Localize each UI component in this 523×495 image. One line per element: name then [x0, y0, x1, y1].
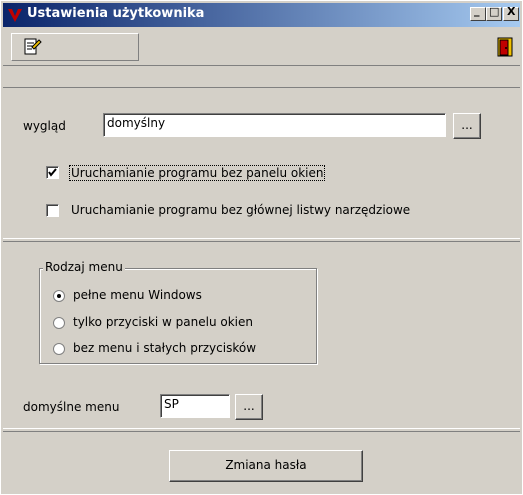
no-window-panel-label[interactable]: Uruchamianie programu bez panelu okien [69, 165, 326, 181]
default-menu-browse-button[interactable]: ... [235, 394, 263, 420]
exit-door-icon[interactable] [497, 37, 513, 57]
appearance-browse-button[interactable]: ... [453, 113, 481, 139]
title-bar: Ustawienia użytkownika _ □ X [3, 3, 520, 27]
menu-type-radio-none[interactable] [53, 343, 65, 355]
menu-type-label-buttons-only[interactable]: tylko przyciski w panelu okien [73, 315, 253, 329]
maximize-icon: □ [489, 5, 500, 18]
menu-type-legend: Rodzaj menu [43, 260, 125, 274]
close-button[interactable]: X [503, 5, 519, 21]
default-menu-label: domyślne menu [23, 400, 120, 414]
menu-type-radio-full[interactable] [53, 290, 65, 302]
toolbar [3, 29, 520, 66]
menu-type-label-none[interactable]: bez menu i stałych przycisków [73, 341, 256, 355]
appearance-field[interactable]: domyślny [103, 113, 446, 137]
settings-window: Ustawienia użytkownika _ □ X wygląd domy… [0, 0, 523, 495]
close-icon: X [507, 5, 516, 18]
document-save-icon [24, 38, 42, 55]
no-main-toolbar-label[interactable]: Uruchamianie programu bez głównej listwy… [71, 203, 410, 217]
default-menu-field[interactable]: SP [160, 394, 230, 418]
change-password-button[interactable]: Zmiana hasła [169, 450, 363, 482]
appearance-label: wygląd [23, 119, 66, 133]
minimize-button[interactable]: _ [470, 4, 486, 21]
minimize-icon: _ [474, 4, 480, 17]
window-title: Ustawienia użytkownika [27, 6, 205, 21]
no-window-panel-checkbox[interactable] [46, 166, 59, 179]
menu-type-label-full[interactable]: pełne menu Windows [73, 288, 202, 302]
radio-selected-dot [57, 294, 61, 298]
checkmark-icon [48, 168, 57, 177]
maximize-button[interactable]: □ [486, 5, 502, 21]
menu-type-radio-buttons-only[interactable] [53, 317, 65, 329]
no-main-toolbar-checkbox[interactable] [46, 204, 59, 217]
app-icon [8, 9, 22, 22]
save-settings-button[interactable] [11, 33, 139, 61]
